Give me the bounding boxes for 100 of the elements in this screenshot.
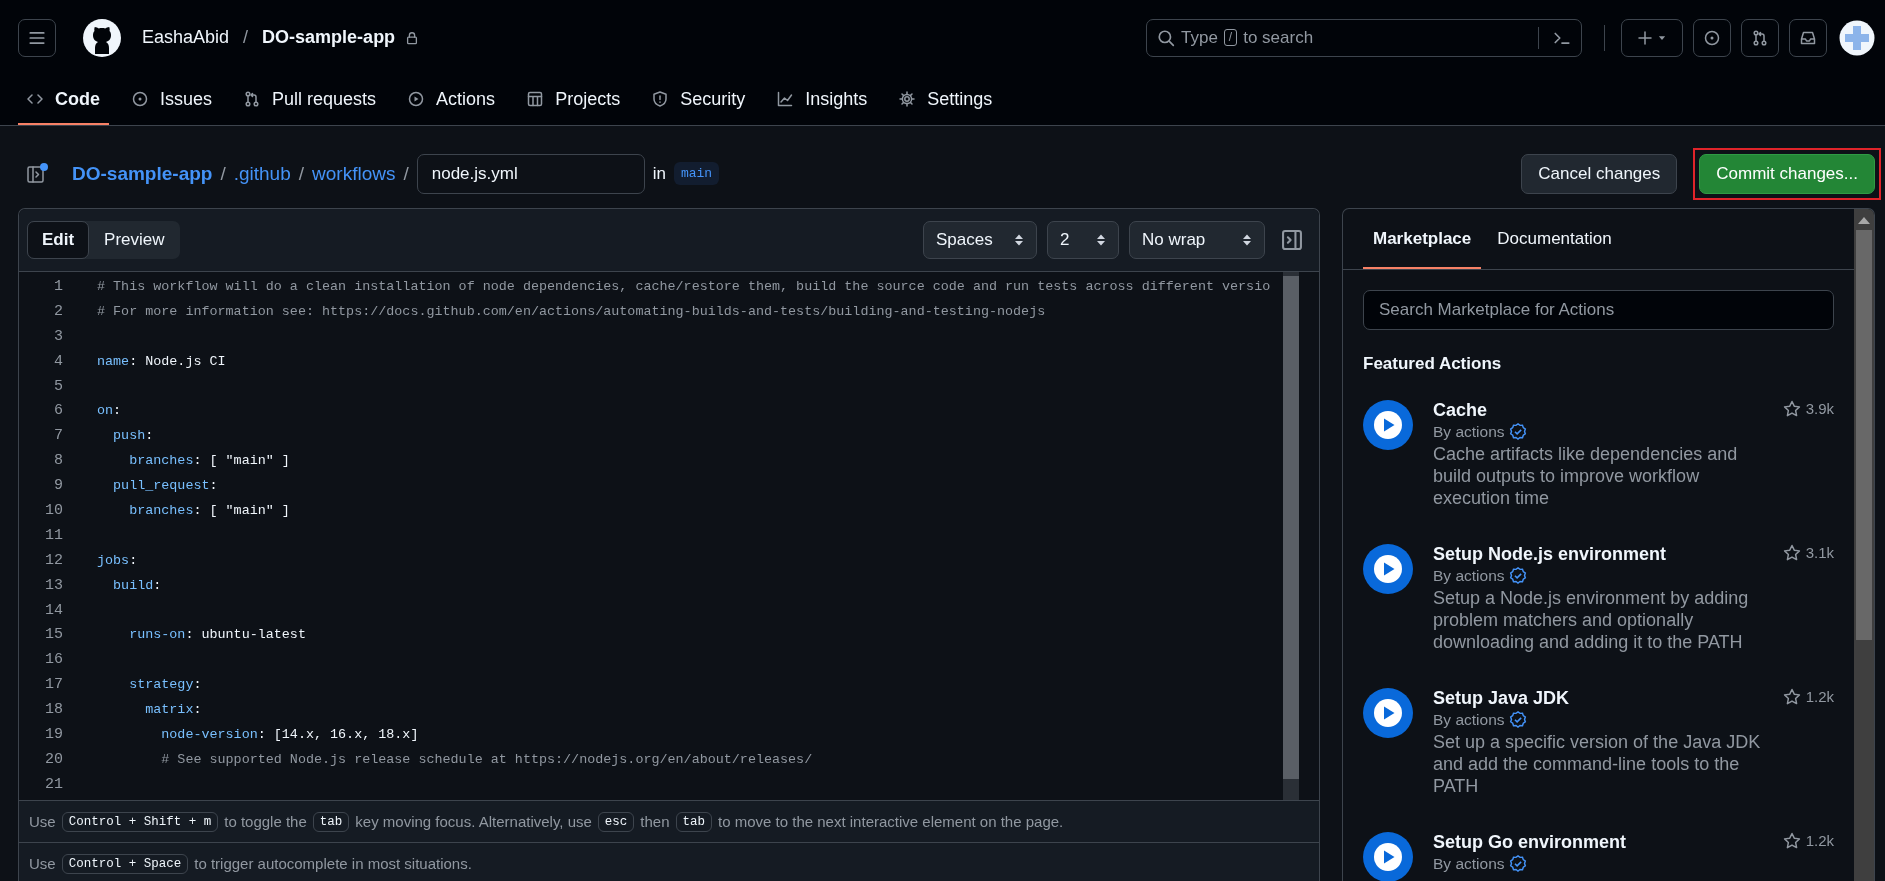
repo-tab[interactable]: Settings: [890, 75, 1002, 125]
mode-tab[interactable]: Preview: [89, 221, 180, 259]
pull-request-icon: [244, 91, 261, 107]
pull-requests-button[interactable]: [1741, 18, 1779, 57]
panel-tab[interactable]: Documentation: [1487, 209, 1622, 269]
wrap-mode-select[interactable]: No wrap: [1129, 221, 1265, 259]
keyboard-key: esc: [597, 811, 635, 832]
hint-text: then: [640, 813, 670, 830]
keyboard-key: Control + Shift + m: [61, 811, 219, 832]
shortcut-key: /: [1223, 29, 1238, 46]
search-field[interactable]: Type / to search: [1146, 18, 1582, 57]
code-line: runs-on: ubuntu-latest: [128, 627, 306, 643]
code-line: pull_request:: [112, 478, 218, 494]
author-text: By actions: [1433, 567, 1505, 585]
logo-icon: [82, 17, 122, 58]
line-number: 10: [44, 501, 63, 519]
play-icon: [1363, 544, 1413, 594]
updown-icon: [1096, 233, 1106, 247]
owner-link[interactable]: EashaAbid: [142, 27, 230, 48]
panel-tab[interactable]: Marketplace: [1363, 209, 1482, 269]
sidebar-toggle-icon[interactable]: [26, 161, 50, 186]
panel-toggle-icon[interactable]: [1281, 229, 1303, 251]
mode-tab[interactable]: Edit: [27, 221, 90, 259]
code-line: node-version: [14.x, 16.x, 18.x]: [160, 726, 419, 742]
line-number: 1: [53, 277, 63, 295]
action-description: Setup a Node.js environment by adding problem matchers and optionally downloading and adding it to the PATH: [1433, 587, 1750, 653]
line-number: 19: [44, 725, 63, 743]
circle-dot-icon: [132, 91, 148, 107]
indent-mode-select[interactable]: Spaces: [923, 221, 1037, 259]
folder-link[interactable]: workflows: [312, 162, 396, 185]
code-line: push:: [112, 428, 154, 444]
repo-link[interactable]: DO-sample-app: [72, 162, 213, 185]
code-line: # See supported Node.js release schedule at https://nodejs.org/en/about/releases/: [160, 751, 813, 767]
repo-tab[interactable]: Actions: [399, 75, 505, 125]
line-number: 11: [44, 526, 63, 544]
star-icon: [1782, 400, 1801, 418]
line-number: 21: [44, 775, 63, 793]
circle-dot-icon: [1704, 29, 1720, 46]
gear-icon: [899, 91, 916, 107]
code-line: # For more information see: https://docs.github.com/en/actions/automating-builds-and-tests/building-and-testing-nodejs: [97, 303, 1046, 319]
cancel-changes-button[interactable]: Cancel changes: [1521, 153, 1678, 194]
author-text: By actions: [1433, 711, 1505, 729]
repo-tab[interactable]: Security: [643, 75, 755, 125]
repo-tab[interactable]: Projects: [518, 75, 630, 125]
code-line: strategy:: [128, 677, 202, 693]
folder-link[interactable]: .github: [233, 162, 291, 185]
filename-field[interactable]: node.js.yml: [416, 153, 645, 194]
line-number: 6: [53, 402, 63, 420]
shield-icon: [652, 91, 669, 107]
action-title[interactable]: Setup Go environment: [1433, 832, 1763, 853]
repo-tab[interactable]: Code: [18, 75, 109, 125]
hint-text: Use: [29, 855, 56, 872]
hint-text: to toggle the: [224, 813, 307, 830]
scrollbar[interactable]: [1283, 272, 1299, 800]
inbox-button[interactable]: [1789, 18, 1827, 57]
branch-label: in: [652, 163, 666, 184]
action-title[interactable]: Cache: [1433, 400, 1763, 421]
avatar[interactable]: [1839, 19, 1875, 56]
line-number: 9: [53, 477, 63, 495]
line-number: 20: [44, 750, 63, 768]
play-icon: [1363, 400, 1413, 450]
code-line: branches: [ "main" ]: [128, 502, 290, 518]
repo-tab[interactable]: Issues: [123, 75, 222, 125]
line-number: 15: [44, 626, 63, 644]
search-placeholder: Type: [1181, 27, 1218, 48]
create-new-button[interactable]: [1621, 18, 1683, 57]
commit-changes-button[interactable]: Commit changes...: [1699, 153, 1875, 194]
branch-name: main: [673, 162, 720, 185]
menu-button[interactable]: [18, 18, 56, 57]
pull-request-icon: [1752, 29, 1768, 46]
indent-size-select[interactable]: 2: [1047, 221, 1119, 259]
repo-tab[interactable]: Pull requests: [235, 75, 386, 125]
code-line: # This workflow will do a clean installation of node dependencies, cache/restore them, build the source code and run tests across different versio: [97, 278, 1271, 294]
action-title[interactable]: Setup Java JDK: [1433, 688, 1763, 709]
line-number: 8: [53, 452, 63, 470]
author-text: By actions: [1433, 855, 1505, 873]
code-line: on:: [97, 403, 122, 419]
action-title[interactable]: Setup Node.js environment: [1433, 544, 1763, 565]
hint-text: Use: [29, 813, 56, 830]
code-line: jobs:: [97, 552, 138, 568]
repo-tab[interactable]: Insights: [768, 75, 877, 125]
line-number: 7: [53, 427, 63, 445]
repo-link[interactable]: DO-sample-app: [262, 27, 396, 48]
path-separator: /: [298, 162, 305, 185]
line-number: 5: [53, 377, 63, 395]
table-icon: [527, 91, 544, 107]
issues-button[interactable]: [1693, 18, 1731, 57]
line-number: 3: [53, 327, 63, 345]
star-count: 3.1k: [1805, 544, 1834, 561]
updown-icon: [1242, 233, 1252, 247]
star-icon: [1782, 832, 1801, 850]
scrollbar[interactable]: [1854, 209, 1874, 881]
code-line: name: Node.js CI: [97, 353, 226, 369]
line-number: 12: [44, 551, 63, 569]
code-line: matrix:: [144, 702, 202, 718]
line-number: 4: [53, 352, 63, 370]
line-number: 2: [53, 302, 63, 320]
inbox-icon: [1800, 29, 1816, 46]
search-field[interactable]: Search Marketplace for Actions: [1363, 290, 1834, 330]
star-icon: [1782, 688, 1801, 706]
